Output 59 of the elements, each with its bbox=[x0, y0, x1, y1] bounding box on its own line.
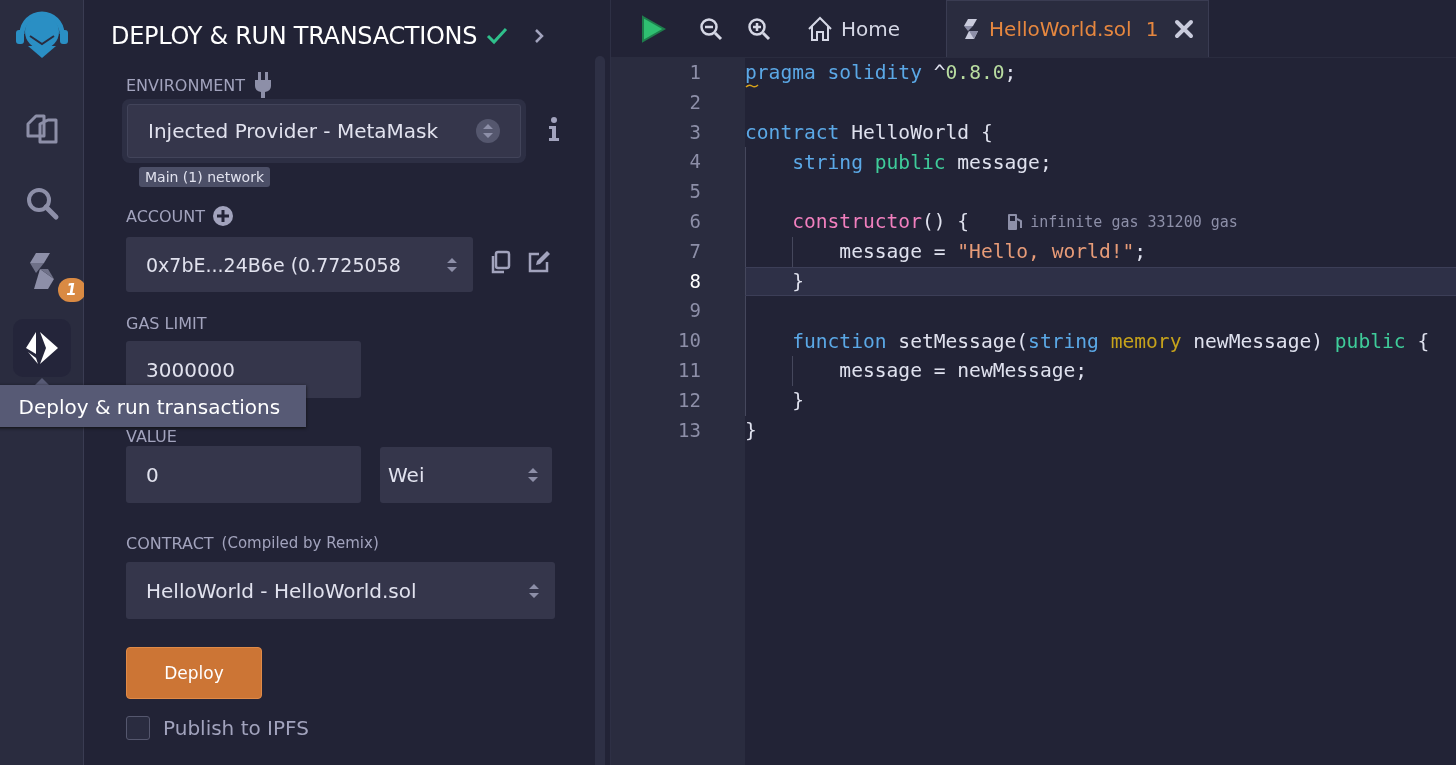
house-icon bbox=[807, 15, 833, 42]
field-label: CONTRACT bbox=[126, 533, 214, 553]
code-line: message = newMessage; bbox=[839, 359, 1088, 383]
code-line: function setMessage(string memory newMessage) public { bbox=[792, 329, 1430, 353]
copy-icon[interactable] bbox=[489, 249, 511, 274]
line-number: 4 bbox=[688, 149, 702, 175]
plus-circle-icon[interactable] bbox=[213, 206, 234, 226]
plug-icon bbox=[253, 72, 274, 98]
zoom-out-icon[interactable] bbox=[699, 16, 723, 41]
line-number: 13 bbox=[677, 417, 702, 443]
checkbox-label[interactable]: Publish to IPFS bbox=[163, 716, 309, 740]
panel-title: DEPLOY & RUN TRANSACTIONS bbox=[111, 22, 478, 50]
line-number: 3 bbox=[688, 119, 702, 145]
solidity-icon bbox=[963, 18, 980, 40]
code-line: } bbox=[792, 389, 804, 413]
field-label: VALUE bbox=[126, 426, 177, 446]
field-label: GAS LIMIT bbox=[126, 313, 207, 333]
network-badge: Main (1) network bbox=[139, 167, 270, 187]
unit-select[interactable]: Wei bbox=[380, 446, 552, 503]
field-label: ENVIRONMENT bbox=[126, 75, 246, 95]
line-number: 2 bbox=[688, 89, 702, 115]
deploy-tab[interactable] bbox=[12, 319, 71, 377]
editor-tab[interactable]: Home bbox=[795, 0, 923, 57]
count-badge: 1 bbox=[57, 278, 86, 302]
line-number: 8 bbox=[688, 268, 702, 294]
close-icon[interactable] bbox=[1174, 19, 1195, 39]
code-line: pragma solidity ^0.8.0; bbox=[745, 61, 1017, 85]
value-field[interactable]: 0 bbox=[126, 446, 361, 503]
tooltip: Deploy & run transactions bbox=[0, 385, 307, 427]
line-number: 6 bbox=[688, 209, 702, 234]
code-line: constructor() { bbox=[792, 210, 970, 234]
fuel-pump-icon bbox=[1007, 212, 1024, 231]
edit-icon[interactable] bbox=[527, 249, 551, 274]
chevron-right-icon[interactable] bbox=[533, 27, 546, 45]
line-number: 7 bbox=[688, 238, 702, 264]
editor-tab[interactable]: HelloWorld.sol 1 bbox=[946, 0, 1210, 57]
code-line: string public message; bbox=[792, 150, 1052, 174]
line-number: 12 bbox=[677, 387, 702, 413]
code-line: message = "Hello, world!"; bbox=[839, 240, 1147, 264]
line-number: 10 bbox=[677, 328, 702, 354]
line-number: 11 bbox=[677, 357, 702, 383]
field-label: ACCOUNT bbox=[126, 206, 206, 226]
line-number: 5 bbox=[688, 179, 702, 205]
code-line: } bbox=[745, 418, 757, 442]
check-icon bbox=[485, 26, 510, 46]
zoom-in-icon[interactable] bbox=[747, 16, 771, 41]
account-select[interactable]: 0x7bE...24B6e (0.7725058 bbox=[126, 237, 473, 292]
updown-icon bbox=[476, 119, 500, 143]
gas-estimate: infinite gas 331200 gas bbox=[1030, 212, 1238, 231]
play-icon[interactable] bbox=[640, 14, 666, 43]
line-number: 1 bbox=[688, 60, 702, 85]
checkbox[interactable] bbox=[126, 716, 150, 740]
code-line: contract HelloWorld { bbox=[745, 121, 993, 144]
contract-select[interactable]: HelloWorld - HelloWorld.sol bbox=[126, 562, 555, 619]
code-line: } bbox=[792, 269, 804, 293]
problem-count: 1 bbox=[1145, 17, 1159, 41]
field-note: (Compiled by Remix) bbox=[221, 534, 379, 552]
line-number: 9 bbox=[688, 298, 702, 324]
info-icon[interactable] bbox=[548, 117, 560, 141]
